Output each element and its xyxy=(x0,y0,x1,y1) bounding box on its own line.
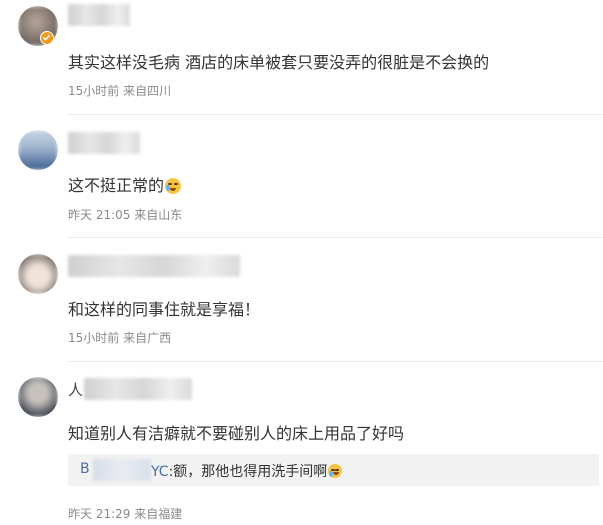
comment-meta: 15小时前 来自广西 xyxy=(68,331,172,345)
comment-text-content: 这不挺正常的 xyxy=(68,176,165,195)
reply-author-start[interactable]: B xyxy=(80,461,90,477)
reply-text: :额，那他也得用洗手间啊 xyxy=(168,464,328,480)
reply-author-end[interactable]: YC xyxy=(151,464,169,480)
comment-text: 知道别人有洁癖就不要碰别人的床上用品了好吗 xyxy=(68,424,405,443)
verified-badge-icon xyxy=(40,31,54,45)
username[interactable] xyxy=(68,4,130,26)
comment-text: 这不挺正常的 xyxy=(68,172,182,196)
username[interactable] xyxy=(68,255,240,277)
divider xyxy=(68,361,603,362)
crying-face-icon xyxy=(165,178,182,194)
username[interactable] xyxy=(84,378,192,400)
comment-meta: 昨天 21:29 来自福建 xyxy=(68,507,183,521)
username[interactable] xyxy=(68,132,140,154)
username-visible-part[interactable]: 人 xyxy=(68,379,83,400)
reply-box[interactable]: B YC:额，那他也得用洗手间啊 xyxy=(68,454,599,486)
reply-author-masked xyxy=(93,459,151,481)
laughing-tears-face-icon xyxy=(328,464,343,478)
comment-meta: 15小时前 来自四川 xyxy=(68,84,172,98)
comment-text: 其实这样没毛病 酒店的床单被套只要没弄的很脏是不会换的 xyxy=(68,53,490,72)
avatar[interactable] xyxy=(18,377,58,417)
divider xyxy=(68,114,603,115)
divider xyxy=(68,237,603,238)
comment-meta: 昨天 21:05 来自山东 xyxy=(68,208,183,222)
avatar[interactable] xyxy=(18,254,58,294)
avatar[interactable] xyxy=(18,130,58,170)
comment-text: 和这样的同事住就是享福！ xyxy=(68,300,261,319)
reply-content: YC:额，那他也得用洗手间啊 xyxy=(151,461,343,481)
